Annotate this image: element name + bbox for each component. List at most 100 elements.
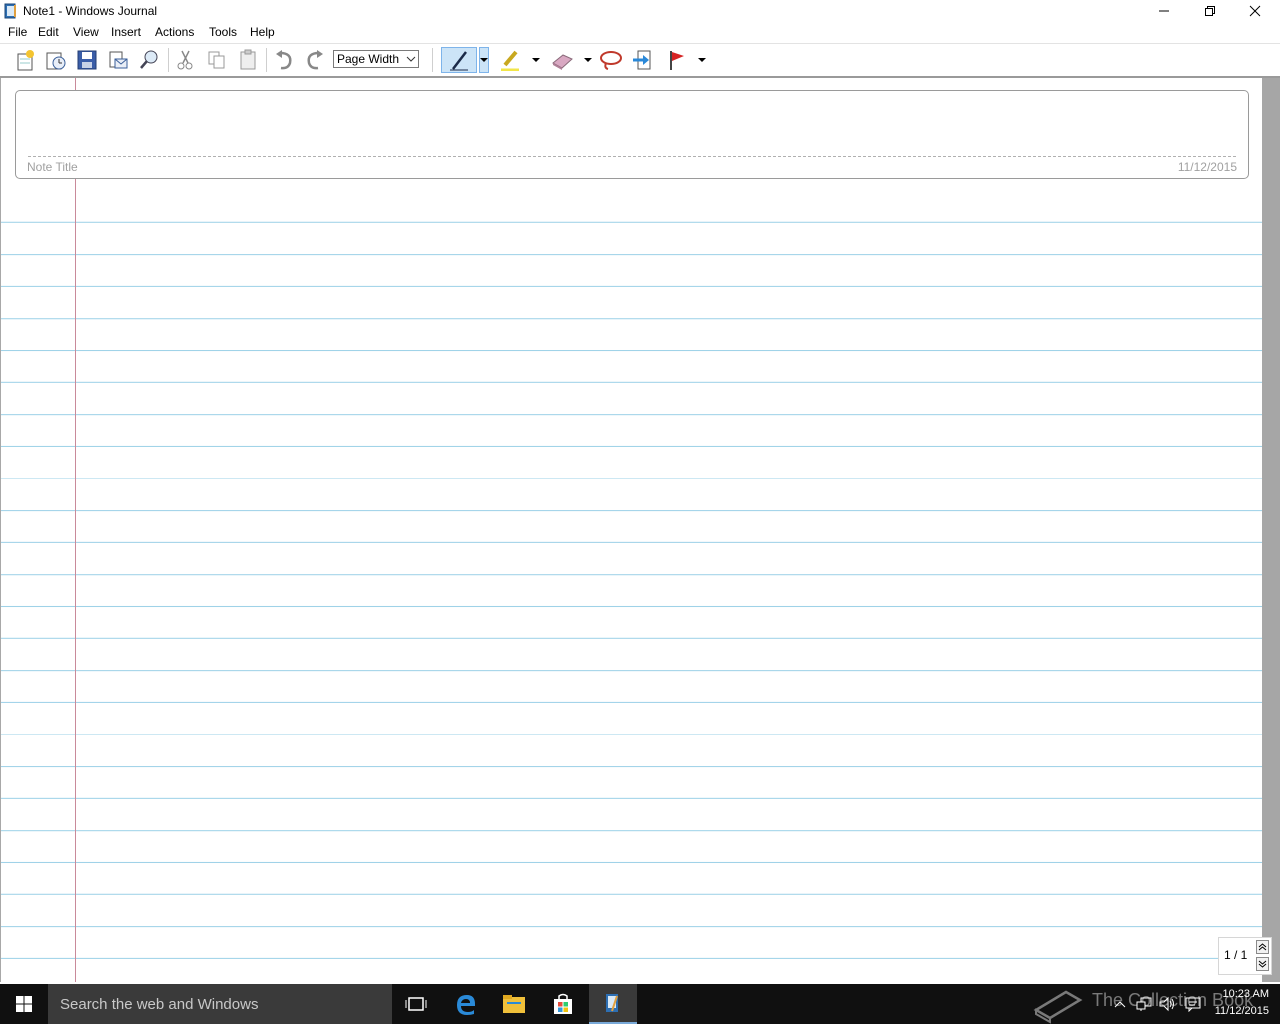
send-email-button[interactable] bbox=[105, 47, 131, 73]
clock-time[interactable]: 10:23 AM bbox=[1223, 988, 1269, 1000]
chevron-down-icon bbox=[480, 57, 488, 62]
find-button[interactable] bbox=[136, 47, 162, 73]
minimize-icon bbox=[1159, 10, 1169, 12]
menu-insert[interactable]: Insert bbox=[111, 25, 141, 39]
windows-logo-icon bbox=[16, 996, 32, 1012]
page-count: 1 / 1 bbox=[1224, 948, 1248, 962]
highlighter-options-dropdown[interactable] bbox=[531, 53, 541, 67]
insert-space-button[interactable] bbox=[629, 47, 655, 73]
menu-edit[interactable]: Edit bbox=[38, 25, 59, 39]
send-email-icon bbox=[109, 51, 128, 69]
toolbar-separator bbox=[266, 48, 267, 72]
menu-view[interactable]: View bbox=[73, 25, 99, 39]
folder-icon bbox=[503, 995, 525, 1013]
note-title-box[interactable]: Note Title 11/12/2015 bbox=[15, 90, 1249, 179]
store-taskbar-button[interactable] bbox=[539, 984, 587, 1024]
double-chevron-down-icon bbox=[1258, 960, 1267, 968]
network-tray-button[interactable] bbox=[1134, 994, 1154, 1014]
toolbar-separator bbox=[168, 48, 169, 72]
chevron-down-icon bbox=[406, 56, 416, 62]
search-placeholder: Search the web and Windows bbox=[60, 996, 259, 1013]
network-icon bbox=[1136, 997, 1152, 1011]
cut-scissors-icon bbox=[177, 50, 193, 70]
menu-tools[interactable]: Tools bbox=[209, 25, 237, 39]
pen-button[interactable] bbox=[441, 47, 477, 73]
find-magnifier-icon bbox=[140, 50, 158, 69]
action-center-button[interactable] bbox=[1183, 994, 1203, 1014]
highlighter-button[interactable] bbox=[497, 47, 523, 73]
new-note-icon bbox=[17, 50, 34, 71]
save-button[interactable] bbox=[74, 47, 100, 73]
page-navigator: 1 / 1 bbox=[1218, 937, 1272, 975]
chevron-down-icon bbox=[584, 57, 592, 62]
menu-help[interactable]: Help bbox=[250, 25, 275, 39]
speaker-icon bbox=[1159, 996, 1174, 1012]
minimize-button[interactable] bbox=[1141, 0, 1187, 22]
window-title: Note1 - Windows Journal bbox=[23, 4, 158, 18]
file-explorer-taskbar-button[interactable] bbox=[490, 984, 538, 1024]
pen-options-dropdown[interactable] bbox=[479, 47, 489, 73]
journal-app-icon bbox=[606, 994, 618, 1012]
search-box[interactable]: Search the web and Windows bbox=[48, 984, 392, 1024]
edge-browser-icon bbox=[457, 995, 475, 1015]
eraser-icon bbox=[552, 54, 573, 70]
menu-actions[interactable]: Actions bbox=[155, 25, 194, 39]
notifications-icon bbox=[1185, 997, 1201, 1012]
edge-taskbar-button[interactable] bbox=[442, 984, 490, 1024]
next-page-button[interactable] bbox=[1256, 957, 1269, 971]
title-underline bbox=[28, 156, 1236, 157]
template-clock-icon bbox=[46, 52, 66, 70]
paste-button[interactable] bbox=[235, 47, 261, 73]
chevron-down-icon bbox=[698, 57, 706, 62]
close-button[interactable] bbox=[1232, 0, 1278, 22]
undo-icon bbox=[276, 50, 292, 70]
store-bag-icon bbox=[554, 993, 572, 1014]
journal-taskbar-button[interactable] bbox=[589, 984, 637, 1024]
note-date: 11/12/2015 bbox=[1177, 160, 1237, 174]
redo-button[interactable] bbox=[302, 47, 328, 73]
note-title-label: Note Title bbox=[27, 160, 78, 174]
vertical-scrollbar[interactable] bbox=[1262, 78, 1280, 982]
cut-button[interactable] bbox=[172, 47, 198, 73]
restore-icon bbox=[1205, 6, 1215, 16]
toolbar-separator bbox=[432, 48, 433, 72]
toolbar bbox=[0, 44, 1280, 78]
eraser-options-dropdown[interactable] bbox=[583, 53, 593, 67]
clock-date[interactable]: 11/12/2015 bbox=[1215, 1005, 1269, 1017]
previous-page-button[interactable] bbox=[1256, 940, 1269, 954]
new-from-template-button[interactable] bbox=[43, 47, 69, 73]
margin-line bbox=[75, 78, 76, 982]
save-icon bbox=[77, 50, 97, 70]
taskbar: Search the web and Windows The Collectio… bbox=[0, 984, 1280, 1024]
show-hidden-icons-button[interactable] bbox=[1110, 994, 1130, 1014]
undo-button[interactable] bbox=[271, 47, 297, 73]
chevron-up-icon bbox=[1114, 1001, 1126, 1008]
task-view-icon bbox=[405, 997, 427, 1011]
menu-file[interactable]: File bbox=[8, 25, 27, 39]
zoom-value: Page Width bbox=[337, 52, 400, 66]
start-button[interactable] bbox=[0, 984, 48, 1024]
copy-button[interactable] bbox=[204, 47, 230, 73]
title-bar: Note1 - Windows Journal bbox=[0, 0, 1280, 22]
restore-button[interactable] bbox=[1187, 0, 1233, 22]
volume-tray-button[interactable] bbox=[1158, 994, 1178, 1014]
lasso-select-button[interactable] bbox=[598, 47, 624, 73]
highlighter-icon bbox=[501, 50, 519, 71]
book-watermark-icon bbox=[1033, 990, 1083, 1024]
task-view-button[interactable] bbox=[392, 984, 440, 1024]
flag-button[interactable] bbox=[664, 47, 690, 73]
flag-icon bbox=[670, 51, 684, 70]
new-note-button[interactable] bbox=[12, 47, 38, 73]
pen-icon bbox=[450, 51, 468, 71]
zoom-select[interactable]: Page Width bbox=[333, 50, 419, 68]
menu-bar: File Edit View Insert Actions Tools Help bbox=[0, 22, 1280, 44]
note-page[interactable]: Note Title 11/12/2015 bbox=[0, 78, 1263, 982]
lasso-icon bbox=[600, 51, 622, 70]
insert-space-icon bbox=[633, 50, 651, 70]
paste-clipboard-icon bbox=[240, 49, 256, 70]
eraser-button[interactable] bbox=[549, 47, 575, 73]
flag-options-dropdown[interactable] bbox=[697, 53, 707, 67]
close-icon bbox=[1249, 5, 1261, 17]
journal-app-icon bbox=[4, 3, 16, 19]
copy-icon bbox=[208, 51, 225, 69]
